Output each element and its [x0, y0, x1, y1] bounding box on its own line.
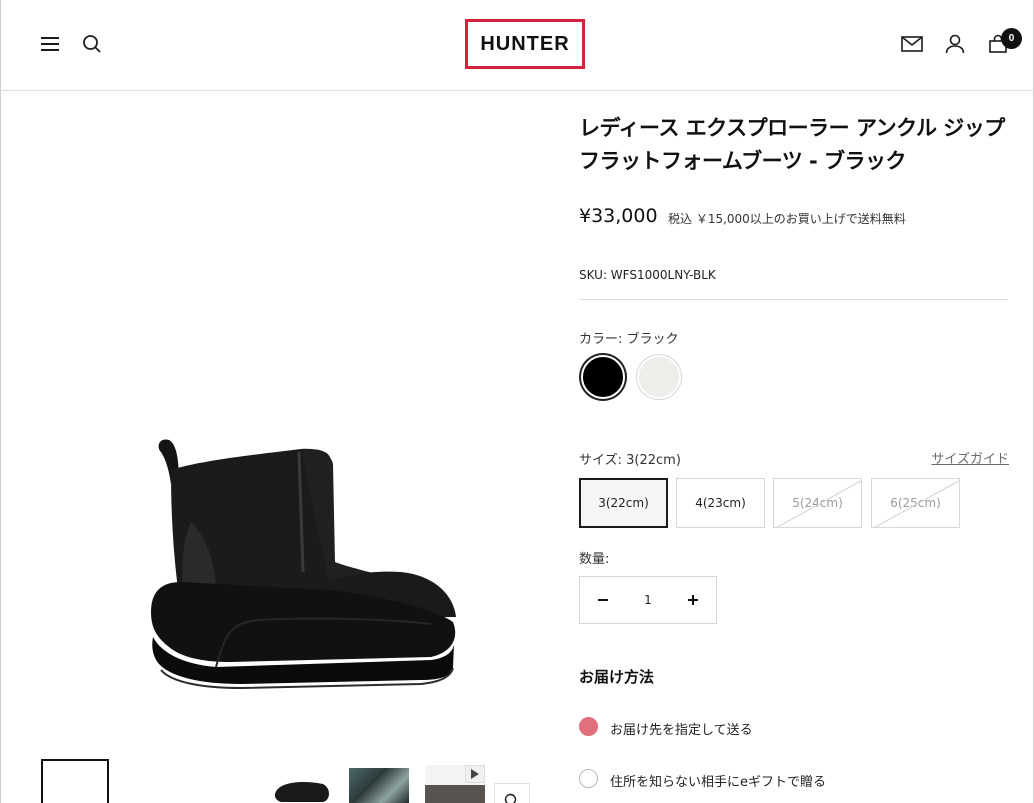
thumbnail-2[interactable]: [273, 770, 335, 803]
quantity-input[interactable]: [626, 593, 670, 607]
size-guide-link[interactable]: サイズガイド: [931, 448, 1009, 467]
color-label: カラー: ブラック: [579, 332, 679, 347]
product-gallery: [1, 92, 551, 803]
product-title: レディース エクスプローラー アンクル ジップ フラットフォームブーツ - ブラ…: [579, 116, 1005, 173]
size-label: サイズ: 3(22cm): [579, 453, 681, 468]
size-option-4[interactable]: 4(23cm): [676, 478, 765, 528]
mail-icon[interactable]: [900, 32, 924, 56]
delivery-option-egift-radio[interactable]: [579, 769, 598, 788]
quantity-label: 数量:: [579, 552, 610, 567]
play-icon[interactable]: [465, 765, 485, 783]
thumbnail-3[interactable]: [349, 768, 409, 803]
cart-count-badge: 0: [1001, 28, 1022, 49]
zoom-icon: [504, 793, 517, 803]
size-option-5-soldout[interactable]: 5(24cm): [773, 478, 862, 528]
size-option-3[interactable]: 3(22cm): [579, 478, 668, 528]
zoom-button[interactable]: [494, 783, 530, 803]
delivery-method-title: お届け方法: [579, 668, 655, 686]
account-icon[interactable]: [943, 32, 967, 56]
thumbnail-1[interactable]: [41, 759, 109, 803]
brand-logo[interactable]: HUNTER: [465, 19, 585, 69]
brand-logo-text: HUNTER: [480, 32, 570, 55]
product-sku: SKU: WFS1000LNY-BLK: [579, 268, 716, 282]
decrease-quantity-button[interactable]: [580, 577, 626, 623]
plus-icon: [688, 595, 698, 605]
site-header: HUNTER 0: [0, 0, 1034, 91]
color-swatch-white[interactable]: [637, 355, 681, 399]
increase-quantity-button[interactable]: [670, 577, 716, 623]
size-option-6-soldout[interactable]: 6(25cm): [871, 478, 960, 528]
product-price: ¥33,000: [579, 205, 658, 227]
menu-icon[interactable]: [38, 32, 62, 56]
product-main-image: [151, 439, 456, 690]
minus-icon: [598, 599, 608, 601]
thumbnail-boot-image: [274, 782, 329, 802]
delivery-option-egift-label[interactable]: 住所を知らない相手にeギフトで贈る: [610, 771, 826, 790]
color-swatch-black[interactable]: [581, 355, 625, 399]
search-icon[interactable]: [80, 32, 104, 56]
delivery-option-address-radio[interactable]: [579, 717, 598, 736]
divider: [579, 299, 1008, 300]
quantity-stepper: [579, 576, 717, 624]
delivery-option-address-label[interactable]: お届け先を指定して送る: [610, 719, 753, 738]
price-note: 税込 ￥15,000以上のお買い上げで送料無料: [668, 212, 906, 226]
